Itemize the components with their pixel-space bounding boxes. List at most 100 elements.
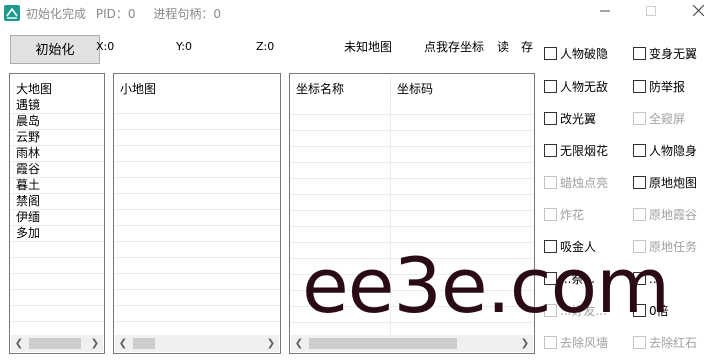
option-checkbox: 炸花 [544, 207, 584, 223]
init-button[interactable]: 初始化 [10, 35, 100, 64]
option-label: 去除红石 [649, 336, 698, 350]
list-item [114, 210, 280, 226]
checkbox-icon [544, 208, 557, 221]
option-label: 防举报 [649, 80, 686, 94]
checkbox-icon[interactable] [544, 112, 557, 125]
option-label: 无限烟花 [560, 144, 609, 158]
app-icon [4, 5, 20, 21]
list-item[interactable]: 云野 [10, 130, 104, 146]
option-checkbox[interactable]: 防举报 [633, 79, 685, 95]
option-label: 炸花 [560, 208, 585, 222]
option-checkbox: 原地霞谷 [633, 207, 697, 223]
row-gridline [290, 226, 534, 227]
option-label: 蜡烛点亮 [560, 176, 609, 190]
close-icon [692, 4, 704, 17]
save-button[interactable]: 存 [521, 38, 533, 55]
option-checkbox[interactable]: 改光翼 [544, 111, 596, 127]
checkbox-icon[interactable] [544, 80, 557, 93]
scroll-thumb[interactable] [29, 338, 81, 349]
list-item [114, 114, 280, 130]
option-label: 去除风墙 [560, 336, 609, 350]
scroll-thumb[interactable] [309, 338, 457, 349]
list-item[interactable]: 伊缅 [10, 210, 104, 226]
list-item [10, 242, 104, 258]
list-item [10, 274, 104, 290]
list-item[interactable]: 多加 [10, 226, 104, 242]
window-title: 初始化完成 PID：0 进程句柄：0 [26, 5, 221, 22]
list-item[interactable]: 雨林 [10, 146, 104, 162]
list-item[interactable]: 遇镜 [10, 98, 104, 114]
option-label: 全窥屏 [649, 112, 686, 126]
scroll-right-icon[interactable]: ❯ [87, 335, 103, 352]
scroll-left-icon[interactable]: ❮ [115, 335, 131, 352]
option-checkbox[interactable]: 人物隐身 [633, 143, 697, 159]
big-map-rows: 遇镜 晨岛 云野 雨林 霞谷 暮土 禁阁 伊缅 多加 [10, 98, 104, 322]
list-item[interactable]: 霞谷 [10, 162, 104, 178]
checkbox-icon[interactable] [633, 80, 646, 93]
checkbox-icon[interactable] [633, 47, 646, 60]
option-label: 原地炮图 [649, 176, 698, 190]
list-item [114, 162, 280, 178]
maximize-icon [646, 6, 656, 16]
option-checkbox: 全窥屏 [633, 111, 685, 127]
option-checkbox[interactable]: 人物无敌 [544, 79, 608, 95]
checkbox-icon[interactable] [633, 144, 646, 157]
coord-z: Z:0 [256, 40, 275, 53]
save-coord-button[interactable]: 点我存坐标 [424, 38, 484, 55]
list-item [114, 306, 280, 322]
minimize-icon [600, 10, 610, 12]
option-checkbox[interactable]: 无限烟花 [544, 143, 608, 159]
row-gridline [290, 194, 534, 195]
option-checkbox: 蜡烛点亮 [544, 175, 608, 191]
list-item[interactable]: 禁阁 [10, 194, 104, 210]
watermark: ee3e.com [302, 241, 670, 330]
checkbox-icon [633, 112, 646, 125]
list-item [114, 194, 280, 210]
checkbox-icon[interactable] [633, 176, 646, 189]
minimize-button[interactable] [588, 2, 622, 24]
coords-hscrollbar[interactable]: ❮ ❯ [291, 335, 533, 352]
checkbox-icon [544, 176, 557, 189]
row-gridline [290, 146, 534, 147]
list-item [114, 274, 280, 290]
row-gridline [290, 114, 534, 115]
list-item [114, 226, 280, 242]
pid-text: PID：0 [95, 7, 136, 21]
scroll-left-icon[interactable]: ❮ [11, 335, 27, 352]
checkbox-icon[interactable] [544, 144, 557, 157]
checkbox-icon [633, 208, 646, 221]
column-header-coord-name[interactable]: 坐标名称 [290, 77, 390, 101]
scroll-right-icon[interactable]: ❯ [263, 335, 279, 352]
list-item [114, 290, 280, 306]
read-button[interactable]: 读 [497, 38, 509, 55]
list-item [114, 130, 280, 146]
small-map-hscrollbar[interactable]: ❮ ❯ [115, 335, 279, 352]
scroll-right-icon[interactable]: ❯ [517, 335, 533, 352]
option-label: 原地霞谷 [649, 208, 698, 222]
small-map-list[interactable]: 小地图 ❮ ❯ [113, 73, 281, 354]
option-checkbox[interactable]: 原地炮图 [633, 175, 697, 191]
list-item [10, 306, 104, 322]
list-item [114, 258, 280, 274]
row-gridline [290, 162, 534, 163]
list-item[interactable]: 晨岛 [10, 114, 104, 130]
list-item[interactable]: 暮土 [10, 178, 104, 194]
small-map-rows [114, 98, 280, 322]
column-header-coord-code[interactable]: 坐标码 [391, 77, 531, 101]
map-name: 未知地图 [344, 40, 393, 54]
coord-x: X:0 [96, 40, 115, 53]
big-map-hscrollbar[interactable]: ❮ ❯ [11, 335, 103, 352]
checkbox-icon[interactable] [544, 47, 557, 60]
row-gridline [290, 210, 534, 211]
handle-text: 进程句柄：0 [153, 7, 221, 21]
option-label: 人物隐身 [649, 144, 698, 158]
row-gridline [290, 178, 534, 179]
option-checkbox[interactable]: 变身无翼 [633, 46, 697, 62]
option-label: 变身无翼 [649, 47, 698, 61]
big-map-list[interactable]: 大地图 遇镜 晨岛 云野 雨林 霞谷 暮土 禁阁 伊缅 多加 ❮ ❯ [9, 73, 105, 354]
list-item [114, 98, 280, 114]
scroll-left-icon[interactable]: ❮ [291, 335, 307, 352]
scroll-thumb[interactable] [133, 338, 155, 349]
option-checkbox[interactable]: 人物破隐 [544, 46, 608, 62]
close-button[interactable] [681, 2, 715, 24]
